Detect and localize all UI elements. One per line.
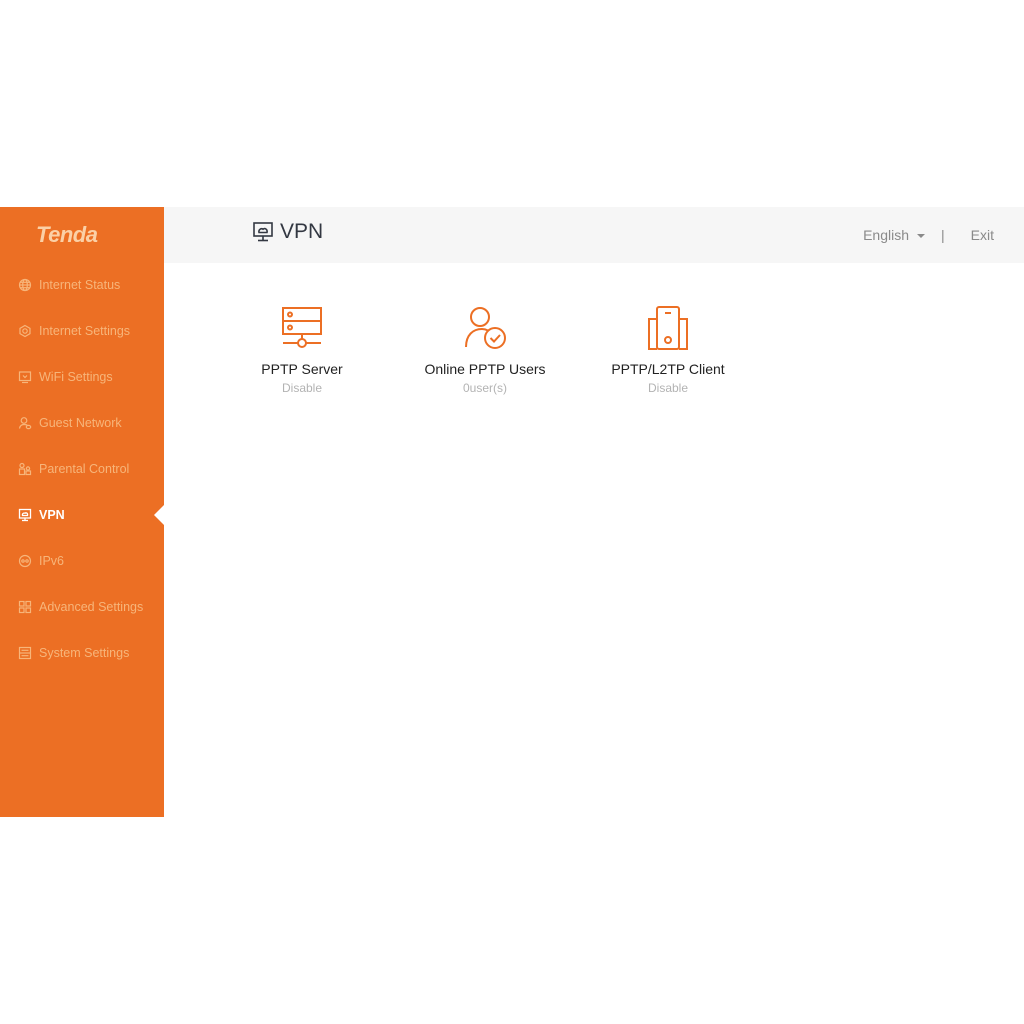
sidebar-item-label: System Settings	[39, 646, 130, 660]
sidebar-item-label: WiFi Settings	[39, 370, 113, 384]
sidebar-item-vpn[interactable]: VPN	[0, 492, 164, 538]
sidebar-item-advanced-settings[interactable]: Advanced Settings	[0, 584, 164, 630]
wifi-settings-icon	[18, 371, 32, 384]
globe-icon	[18, 278, 32, 292]
chevron-down-icon	[917, 234, 926, 238]
sidebar-item-internet-settings[interactable]: Internet Settings	[0, 308, 164, 354]
language-select[interactable]: English	[863, 227, 926, 243]
tenda-logo: Tenda	[36, 222, 98, 247]
card-title: Online PPTP Users	[424, 361, 546, 377]
card-pptp-l2tp-client[interactable]: PPTP/L2TP Client Disable	[578, 305, 758, 395]
header-separator: |	[941, 227, 945, 243]
header-actions: English | Exit	[863, 227, 994, 243]
vpn-monitor-icon	[18, 508, 32, 522]
card-pptp-server[interactable]: PPTP Server Disable	[212, 305, 392, 395]
grid-icon	[18, 600, 32, 614]
internet-settings-icon	[19, 324, 31, 338]
sidebar-item-system-settings[interactable]: System Settings	[0, 630, 164, 676]
phone-client-icon	[648, 306, 688, 350]
card-online-pptp-users[interactable]: Online PPTP Users 0user(s)	[395, 305, 575, 395]
page-title-text: VPN	[280, 220, 324, 243]
card-status: Disable	[281, 381, 323, 395]
ipv6-icon	[18, 554, 32, 568]
page-title: VPN	[252, 220, 323, 244]
sidebar-item-wifi-settings[interactable]: WiFi Settings	[0, 354, 164, 400]
sidebar-item-label: IPv6	[39, 554, 65, 568]
sidebar-nav: Internet Status Internet Settings WiFi S…	[0, 262, 164, 676]
sidebar: Tenda Internet Status Internet Settings …	[0, 207, 164, 817]
sidebar-item-label: Parental Control	[39, 462, 130, 476]
sidebar-item-label: Advanced Settings	[39, 600, 144, 614]
card-title: PPTP Server	[261, 361, 343, 377]
sidebar-item-label: VPN	[39, 508, 65, 522]
card-title: PPTP/L2TP Client	[611, 361, 725, 377]
sidebar-item-label: Internet Status	[39, 278, 121, 292]
sidebar-item-parental-control[interactable]: Parental Control	[0, 446, 164, 492]
card-status: Disable	[647, 381, 689, 395]
vpn-monitor-icon	[253, 222, 273, 242]
user-check-icon	[465, 307, 506, 349]
exit-button[interactable]: Exit	[971, 227, 994, 243]
guest-user-icon	[18, 417, 32, 430]
card-status: 0user(s)	[462, 381, 507, 395]
top-header: VPN English | Exit	[164, 207, 1024, 263]
sidebar-item-ipv6[interactable]: IPv6	[0, 538, 164, 584]
router-app: Tenda Internet Status Internet Settings …	[0, 207, 1024, 817]
sidebar-item-label: Internet Settings	[39, 324, 131, 338]
parental-control-icon	[18, 462, 32, 476]
sidebar-item-internet-status[interactable]: Internet Status	[0, 262, 164, 308]
sidebar-item-guest-network[interactable]: Guest Network	[0, 400, 164, 446]
sliders-icon	[18, 646, 32, 660]
sidebar-item-label: Guest Network	[39, 416, 122, 430]
language-label: English	[863, 227, 910, 243]
server-icon	[282, 307, 322, 348]
